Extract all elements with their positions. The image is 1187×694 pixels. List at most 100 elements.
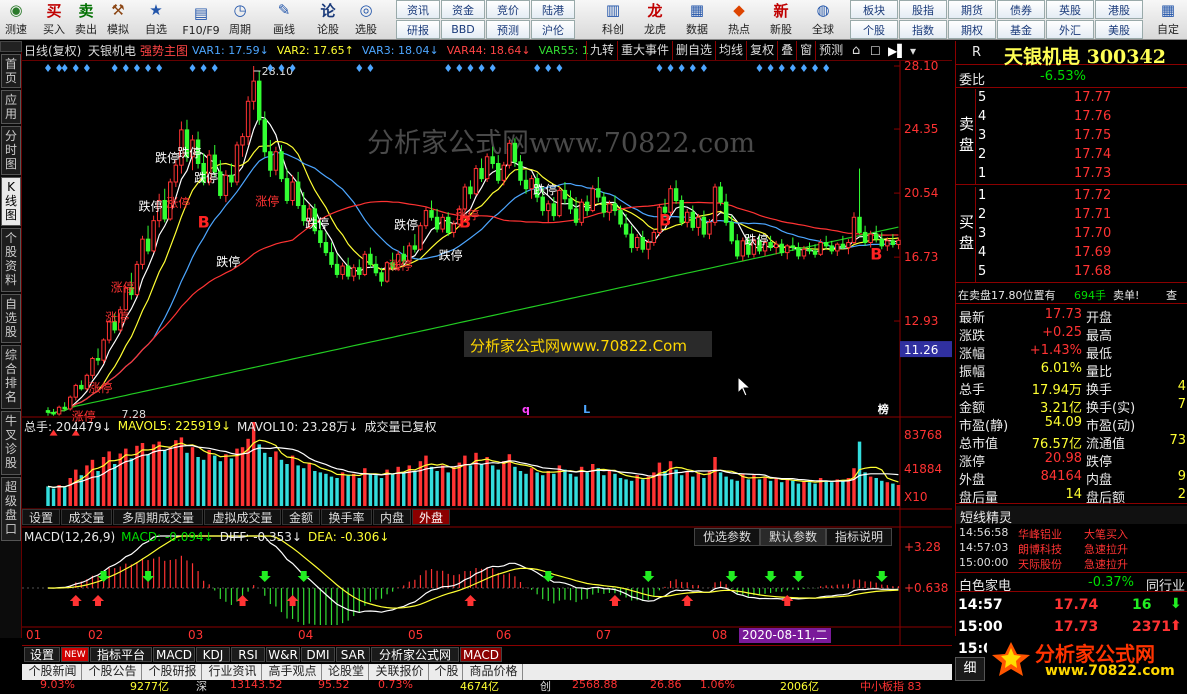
toolbar-button-6[interactable]: ◷ 周期 [224,1,256,39]
chart-tool-button[interactable]: 重大事件 [617,41,672,60]
order-level[interactable]: 5 17.77 [976,89,1187,108]
indicator-tab[interactable]: DMI [301,647,335,662]
kline-chart[interactable]: 分析家公式网www.70822.com 28.10 24.35 20.54 16.73… [22,61,952,645]
order-level[interactable]: 4 17.76 [976,108,1187,127]
toolbar-mid-button[interactable]: 龙龙虎 [636,1,674,39]
volume-tab[interactable]: 成交量 [61,509,112,525]
nav-tab[interactable]: 自选股 [1,294,21,343]
quick-button[interactable]: 竞价 [486,0,530,19]
news-tab[interactable]: 个股 [431,664,463,680]
nav-tab[interactable]: 应用 [1,90,21,124]
market-button[interactable]: 基金 [997,20,1045,39]
market-button[interactable]: 债券 [997,0,1045,19]
market-button[interactable]: 指数 [899,20,947,39]
volume-tab[interactable]: 换手率 [321,509,372,525]
volume-tab[interactable]: 多周期成交量 [113,509,203,525]
macd-param-button[interactable]: 优选参数 [694,528,761,546]
quick-button[interactable]: 资金 [441,0,485,19]
toolbar-mid-button[interactable]: 新新股 [762,1,800,39]
short-alert-row[interactable]: 14:56:58 华峰铝业 大笔买入 [956,526,1187,541]
customize-button[interactable]: ▦ 自定 [1150,1,1186,39]
chevron-down-icon[interactable]: ▾ [910,42,916,59]
market-button[interactable]: 股指 [899,0,947,19]
window-icon[interactable]: ☐ [870,42,881,59]
volume-tab[interactable]: 内盘 [373,509,411,525]
short-alert-row[interactable]: 15:00:00 天际股份 急速拉升 [956,556,1187,571]
quick-button[interactable]: 资讯 [396,0,440,19]
order-level[interactable]: 2 17.71 [976,206,1187,225]
quick-button[interactable]: 研报 [396,20,440,39]
chart-tool-button[interactable]: 叠 [777,41,796,60]
indicator-tab[interactable]: RSI [231,647,265,662]
indicator-tab[interactable]: MACD [153,647,195,662]
chart-tool-button[interactable]: 预测 [815,41,846,60]
chart-tool-button[interactable]: 删自选 [672,41,715,60]
toolbar-mid-button[interactable]: ▦ 数据 [678,1,716,39]
toolbar-button-2[interactable]: 卖卖出 [70,1,102,39]
nav-tab[interactable]: 首页 [1,54,21,88]
volume-tab[interactable]: 外盘 [412,509,450,525]
market-button[interactable]: 期货 [948,0,996,19]
order-level[interactable]: 2 17.74 [976,146,1187,165]
indicator-tab[interactable]: MACD [460,647,502,662]
toolbar-mid-button[interactable]: ◆ 热点 [720,1,758,39]
short-title-row[interactable]: 短线精灵 [956,506,1187,526]
volume-tab[interactable]: 设置 [22,509,60,525]
quick-button[interactable]: BBD [441,20,485,39]
chart-tool-button[interactable]: 窗 [796,41,815,60]
detail-tab[interactable]: 细 [955,657,985,681]
nav-tab[interactable]: 综合排名 [1,345,21,409]
toolbar-mid-button[interactable]: ▥ 科创 [594,1,632,39]
macd-param-button[interactable]: 指标说明 [826,528,893,546]
quick-button[interactable]: 陆港 [531,0,575,19]
speed-test-button[interactable]: ◉ 测速 [0,1,32,39]
toolbar-button-3[interactable]: ⚒ 模拟 [102,1,134,39]
volume-tab[interactable]: 金额 [282,509,320,525]
market-button[interactable]: 个股 [850,20,898,39]
toolbar-mid-button[interactable]: ◍ 全球 [804,1,842,39]
indicator-tab[interactable]: KDJ [196,647,230,662]
order-level[interactable]: 1 17.72 [976,187,1187,206]
order-level[interactable]: 1 17.73 [976,165,1187,184]
order-level[interactable]: 5 17.68 [976,263,1187,282]
quick-button[interactable]: 预测 [486,20,530,39]
chart-tool-button[interactable]: 复权 [746,41,777,60]
toolbar-button-9[interactable]: ◎ 选股 [350,1,382,39]
order-level[interactable]: 4 17.69 [976,244,1187,263]
macd-param-button[interactable]: 默认参数 [760,528,827,546]
market-button[interactable]: 美股 [1095,20,1143,39]
nav-tab[interactable]: 个股资料 [1,228,21,292]
nav-tab[interactable]: 超级盘口 [1,477,21,541]
nav-tab[interactable]: K线图 [1,177,21,226]
toolbar-button-1[interactable]: 买买入 [38,1,70,39]
quick-button[interactable]: 沪伦 [531,20,575,39]
market-button[interactable]: 外汇 [1046,20,1094,39]
indicator-tab[interactable]: 设置 [24,647,60,662]
market-button[interactable]: 英股 [1046,0,1094,19]
alert-link[interactable]: 查 [1166,287,1177,303]
indicator-tab[interactable]: 分析家公式网 [371,647,459,662]
market-button[interactable]: 板块 [850,0,898,19]
sector-link[interactable]: 同行业 [1146,575,1185,594]
volume-tab[interactable]: 虚拟成交量 [204,509,281,525]
sector-row[interactable]: 白色家电 -0.37% 同行业 [956,574,1187,594]
order-level[interactable]: 3 17.75 [976,127,1187,146]
market-button[interactable]: 期权 [948,20,996,39]
indicator-name[interactable]: 强势主图 [140,42,188,59]
lock-icon[interactable]: ⌂ [852,42,860,59]
chart-tool-button[interactable]: 均线 [715,41,746,60]
nav-tab[interactable]: 牛叉诊股 [1,411,21,475]
short-alert-row[interactable]: 14:57:03 朗博科技 急速拉升 [956,541,1187,556]
toolbar-button-5[interactable]: ▤ F10/F9 [180,1,222,39]
market-button[interactable]: 港股 [1095,0,1143,19]
toolbar-button-7[interactable]: ✎ 画线 [268,1,300,39]
indicator-tab[interactable]: W&R [266,647,300,662]
flip-icon[interactable]: ▶▌ [888,42,906,59]
order-level[interactable]: 3 17.70 [976,225,1187,244]
nav-scroll-up[interactable] [0,41,22,52]
nav-tab[interactable]: 分时图 [1,126,21,175]
indicator-tab[interactable]: SAR [336,647,370,662]
toolbar-button-8[interactable]: 论论股 [312,1,344,39]
toolbar-button-4[interactable]: ★ 自选 [140,1,172,39]
indicator-tab[interactable]: 指标平台 [90,647,152,662]
